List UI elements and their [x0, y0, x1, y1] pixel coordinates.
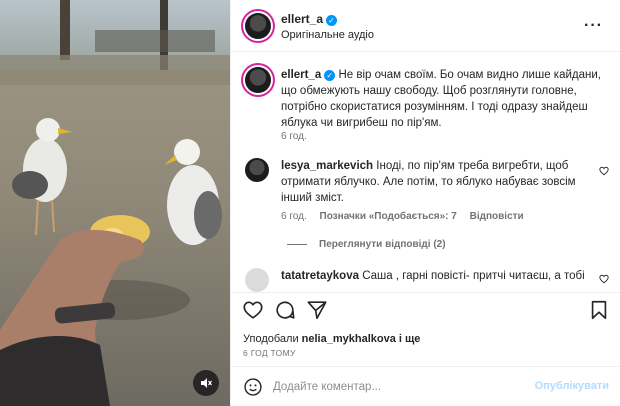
- comment-heart-icon[interactable]: [599, 274, 609, 284]
- likes-suffix[interactable]: і ще: [399, 333, 421, 345]
- publish-button[interactable]: Опублікувати: [535, 380, 609, 392]
- post-caption: ellert_a ✓ Не вір очам своїм. Бо очам вид…: [281, 67, 607, 131]
- post-media[interactable]: [0, 0, 230, 406]
- caption-author[interactable]: ellert_a: [281, 69, 321, 81]
- author-username[interactable]: ellert_a: [281, 12, 323, 26]
- audio-label[interactable]: Оригінальне аудіо: [281, 29, 374, 41]
- comment-author[interactable]: lesya_markevich: [281, 160, 373, 172]
- comment-avatar[interactable]: [245, 158, 269, 182]
- emoji-icon[interactable]: [243, 377, 263, 397]
- more-options-icon[interactable]: ···: [584, 17, 603, 35]
- view-replies-label: Переглянути відповіді (2): [319, 239, 446, 250]
- reply-button[interactable]: Відповісти: [470, 211, 524, 222]
- likes-summary: Уподобали nelia_mykhalkova і ще: [243, 333, 420, 345]
- caption-author-avatar[interactable]: [245, 67, 271, 93]
- post-header: ellert_a ✓ Оригінальне аудіо ···: [231, 0, 620, 52]
- caption-time[interactable]: 6 год.: [281, 131, 307, 142]
- bookmark-icon[interactable]: [588, 299, 610, 321]
- verified-badge-icon: ✓: [326, 15, 338, 26]
- comment-heart-icon[interactable]: [599, 166, 609, 176]
- post-details-panel: ellert_a ✓ Оригінальне аудіо ··· ellert_a…: [230, 0, 620, 406]
- add-comment-bar: Опублікувати: [231, 366, 620, 406]
- author-info: ellert_a ✓ Оригінальне аудіо: [281, 12, 374, 41]
- speaker-muted-icon: [201, 378, 212, 388]
- replies-divider: [287, 244, 307, 245]
- comment-avatar[interactable]: [245, 268, 269, 292]
- comment-item: tatatretaykova Саша , гарні повісті- при…: [281, 268, 585, 284]
- view-replies-button[interactable]: Переглянути відповіді (2): [287, 239, 446, 250]
- comments-section: ellert_a ✓ Не вір очам своїм. Бо очам вид…: [231, 52, 620, 292]
- post-timestamp[interactable]: 6 ГОД ТОМУ: [243, 348, 296, 358]
- comment-meta: 6 год. Позначки «Подобається»: 7 Відпові…: [281, 211, 534, 222]
- likes-prefix: Уподобали: [243, 333, 299, 345]
- comment-text: Саша , гарні повісті- притчі читаєш, а т…: [362, 270, 585, 282]
- comment-author[interactable]: tatatretaykova: [281, 270, 359, 282]
- comment-icon[interactable]: [274, 299, 296, 321]
- verified-badge-icon: ✓: [324, 70, 336, 81]
- mute-button[interactable]: [193, 370, 219, 396]
- action-bar: [231, 292, 620, 324]
- comment-input[interactable]: [273, 377, 533, 397]
- heart-icon[interactable]: [242, 299, 264, 321]
- seagulls-photo: [0, 0, 230, 406]
- comment-time[interactable]: 6 год.: [281, 211, 307, 222]
- author-avatar[interactable]: [245, 13, 271, 39]
- share-icon[interactable]: [306, 299, 328, 321]
- likes-user[interactable]: nelia_mykhalkova: [302, 333, 396, 345]
- comment-likes[interactable]: Позначки «Подобається»: 7: [320, 211, 457, 222]
- comment-item: lesya_markevich Іноді, по пір'ям треба в…: [281, 158, 585, 206]
